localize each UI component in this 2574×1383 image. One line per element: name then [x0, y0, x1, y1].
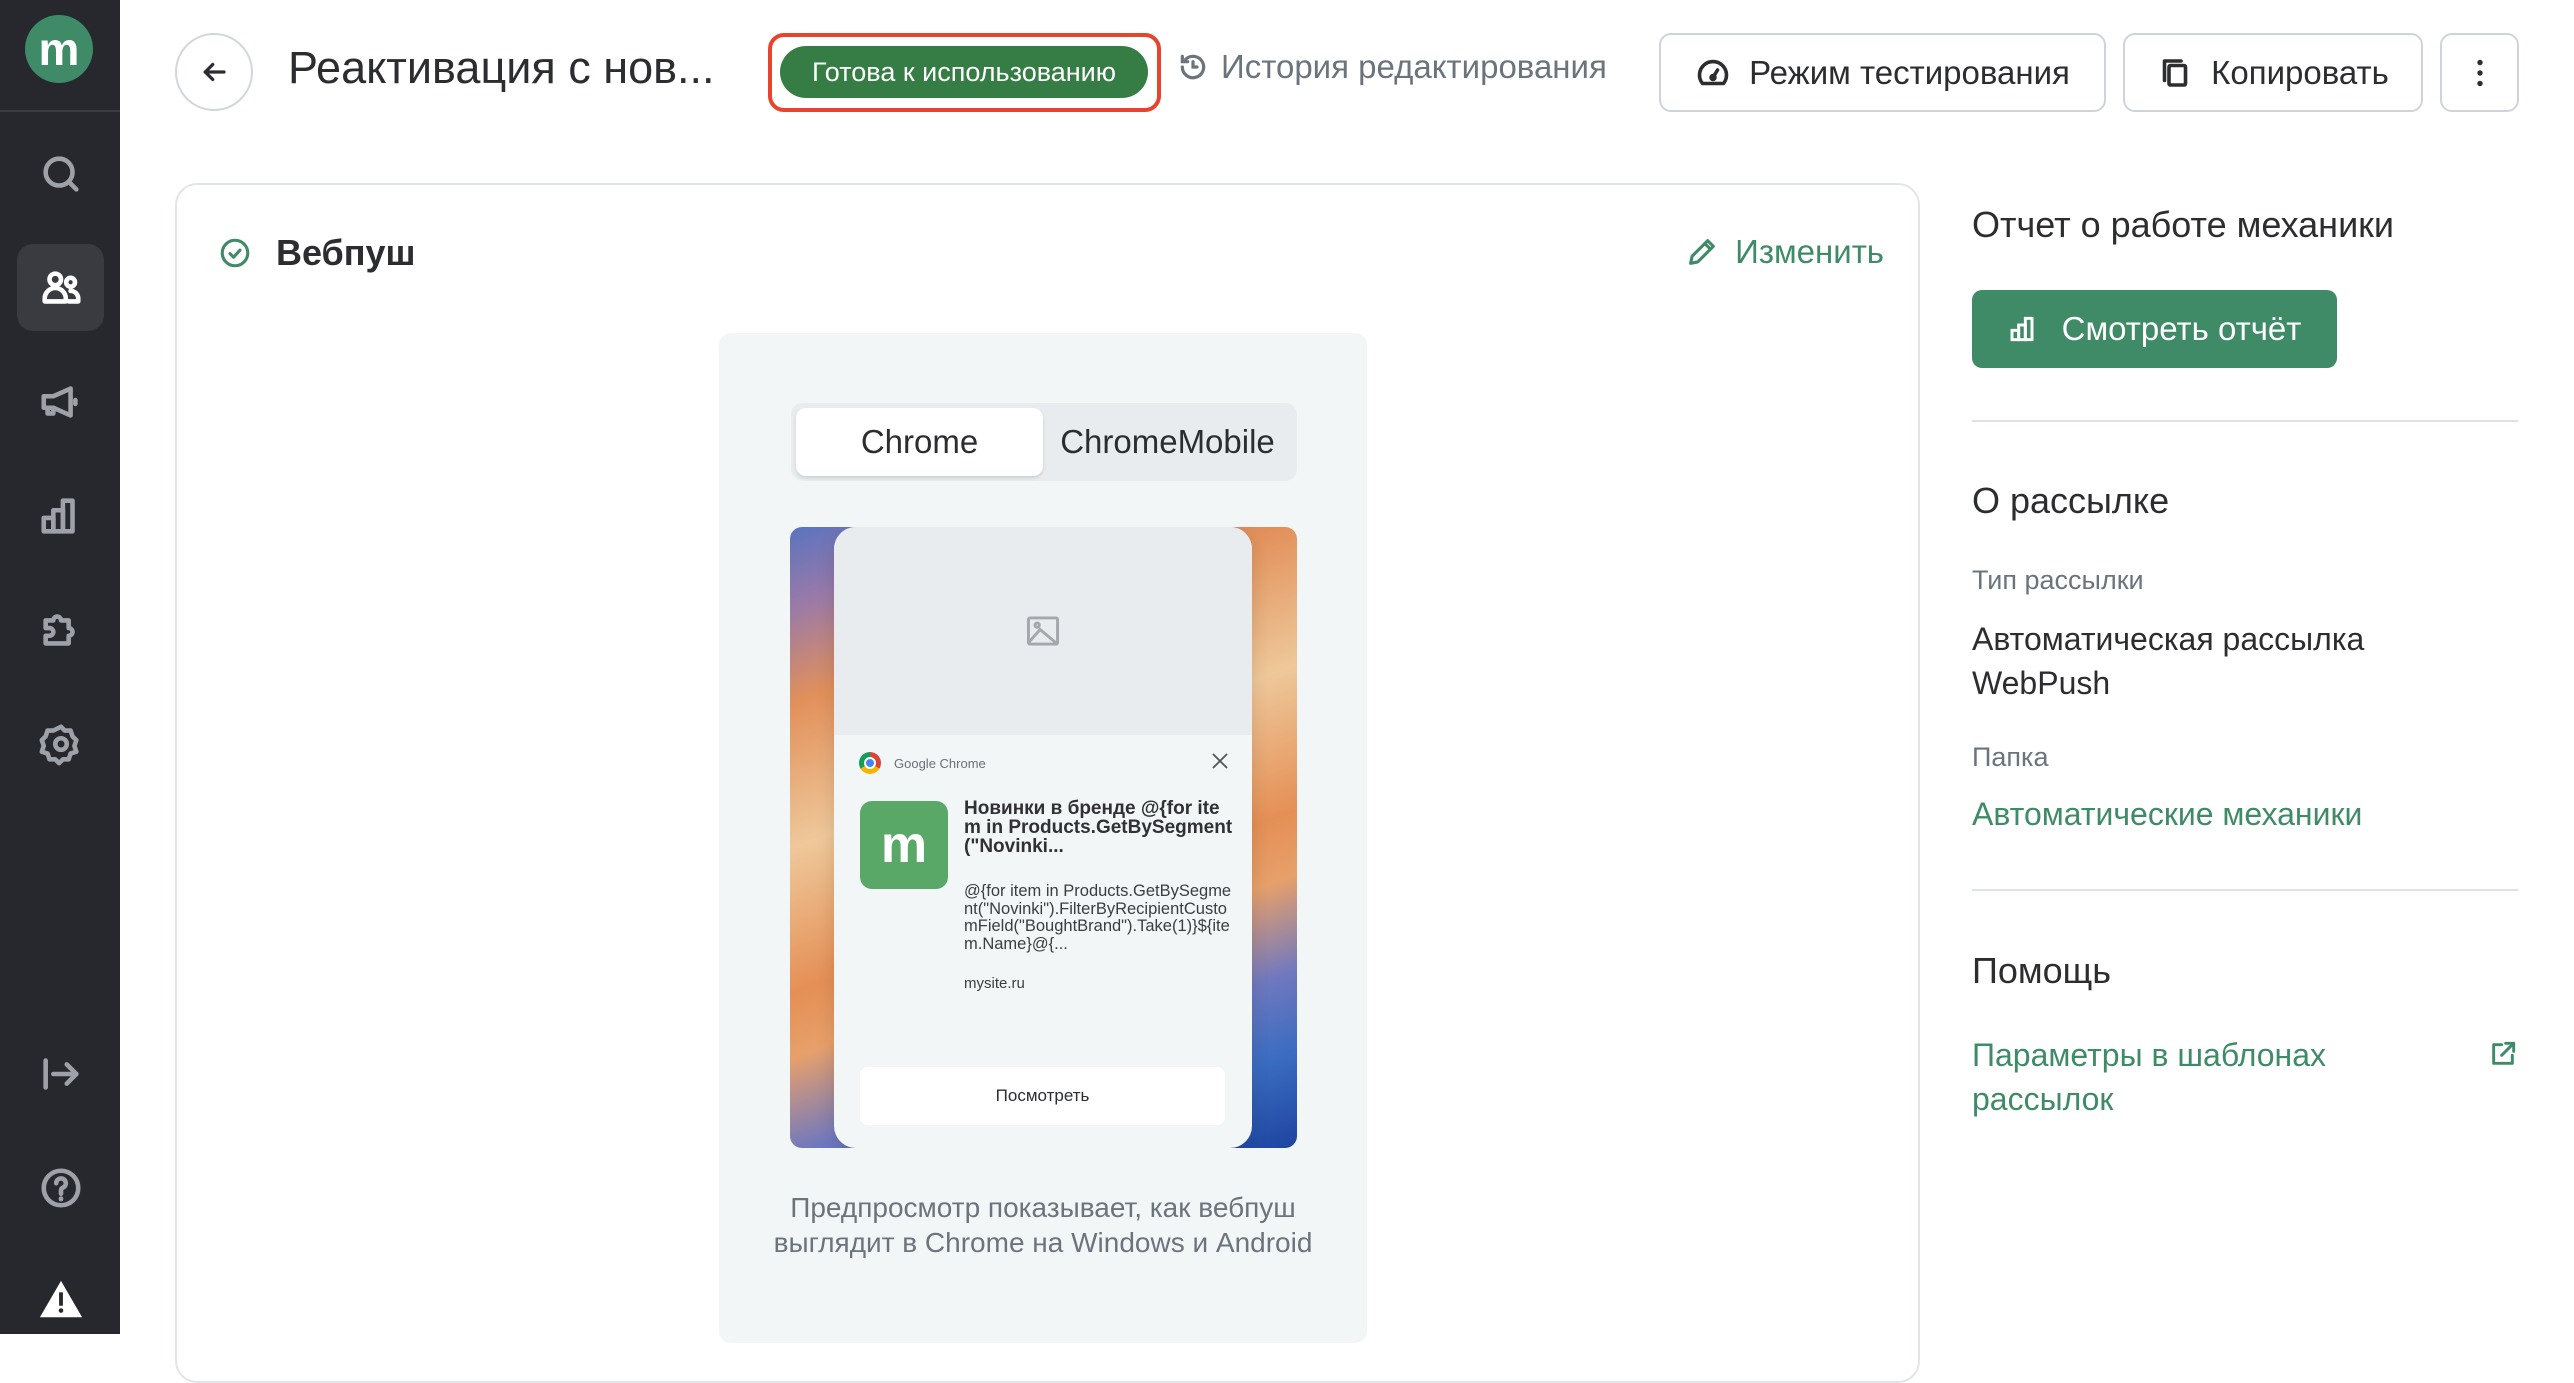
notification-body: @{for item in Products.GetBySegment("Nov…	[964, 882, 1232, 953]
sidebar-expand-button[interactable]	[17, 1030, 104, 1117]
about-heading: О рассылке	[1972, 480, 2170, 521]
sidebar: m	[0, 0, 120, 1334]
webpush-card-title: Вебпуш	[276, 232, 416, 273]
bar-chart-icon	[2010, 316, 2034, 342]
notification-app-icon: m	[860, 801, 948, 889]
back-button[interactable]	[175, 33, 253, 111]
edit-history-label: История редактирования	[1221, 48, 1607, 85]
external-link-icon	[2492, 1041, 2516, 1065]
arrow-left-icon	[203, 62, 226, 82]
expand-arrow-icon	[42, 1057, 79, 1090]
external-link-button[interactable]	[2487, 1038, 2519, 1070]
notification-action-button[interactable]: Посмотреть	[860, 1067, 1225, 1125]
push-notification-preview: Google Chrome m Новинки в бренде @{for i…	[834, 527, 1252, 1148]
section-divider	[1972, 889, 2518, 891]
more-vertical-icon	[2476, 59, 2483, 86]
puzzle-icon	[42, 613, 75, 646]
bar-chart-icon	[40, 497, 75, 534]
edit-link[interactable]: Изменить	[1685, 233, 1884, 271]
notification-site: mysite.ru	[964, 975, 1025, 992]
folder-label: Папка	[1972, 742, 2049, 772]
page-title: Реактивация с нов...	[288, 42, 715, 93]
edit-history-link[interactable]: История редактирования	[1177, 48, 1607, 86]
search-icon	[42, 155, 79, 192]
sidebar-item-search[interactable]	[17, 130, 104, 217]
copy-button[interactable]: Копировать	[2123, 33, 2423, 112]
report-heading: Отчет о работе механики	[1972, 204, 2395, 245]
megaphone-icon	[40, 385, 78, 418]
notification-header: Google Chrome	[859, 752, 986, 774]
sidebar-item-integrations[interactable]	[17, 586, 104, 673]
notification-title: Новинки в бренде @{for item in Products.…	[964, 798, 1233, 857]
mailing-type-value: Автоматическая рассылка WebPush	[1972, 621, 2365, 701]
mailing-type-label: Тип рассылки	[1972, 565, 2144, 595]
section-divider	[1972, 420, 2518, 422]
gear-icon	[39, 723, 79, 765]
help-heading: Помощь	[1972, 950, 2112, 991]
sidebar-item-settings[interactable]	[17, 700, 104, 787]
warning-icon	[39, 1280, 82, 1317]
pencil-icon	[1689, 239, 1716, 265]
view-report-label: Смотреть отчёт	[2061, 310, 2302, 347]
copy-label: Копировать	[2211, 53, 2389, 91]
template-params-help-link[interactable]: Параметры в шаблонах рассылок	[1972, 1033, 2392, 1121]
history-icon	[1180, 54, 1206, 80]
folder-link[interactable]: Автоматические механики	[1972, 792, 2518, 836]
notification-browser-name: Google Chrome	[894, 755, 986, 771]
close-icon	[1212, 753, 1228, 769]
sidebar-item-analytics[interactable]	[17, 472, 104, 559]
test-mode-label: Режим тестирования	[1749, 53, 2070, 91]
sidebar-divider	[0, 110, 120, 112]
test-mode-button[interactable]: Режим тестирования	[1659, 33, 2106, 112]
notification-close-button[interactable]	[1208, 749, 1232, 773]
users-icon	[41, 270, 81, 304]
help-circle-icon	[40, 1167, 81, 1208]
sidebar-item-customers[interactable]	[17, 244, 104, 331]
check-circle-icon	[220, 238, 250, 268]
sidebar-help-button[interactable]	[17, 1144, 104, 1231]
desktop-wallpaper-preview: Google Chrome m Новинки в бренде @{for i…	[790, 527, 1297, 1148]
webpush-card-header: Вебпуш	[218, 232, 416, 274]
chrome-icon	[859, 752, 881, 774]
copy-icon	[2162, 58, 2188, 87]
tab-chrome-mobile[interactable]: ChromeMobile	[1043, 408, 1292, 476]
sidebar-warning-button[interactable]	[17, 1256, 104, 1343]
app-logo[interactable]: m	[25, 15, 93, 83]
speedometer-icon	[1697, 59, 1729, 85]
preview-caption: Предпросмотр показывает, как вебпуш выгл…	[773, 1192, 1313, 1258]
tab-chrome[interactable]: Chrome	[796, 408, 1043, 476]
browser-tabs: Chrome ChromeMobile	[791, 403, 1297, 481]
view-report-button[interactable]: Смотреть отчёт	[1972, 290, 2337, 368]
sidebar-item-campaigns[interactable]	[17, 358, 104, 445]
status-badge[interactable]: Готова к использованию	[780, 46, 1148, 98]
image-icon	[1027, 616, 1059, 646]
more-options-button[interactable]	[2440, 33, 2519, 112]
notification-image-placeholder	[834, 527, 1252, 735]
edit-label: Изменить	[1735, 233, 1884, 270]
